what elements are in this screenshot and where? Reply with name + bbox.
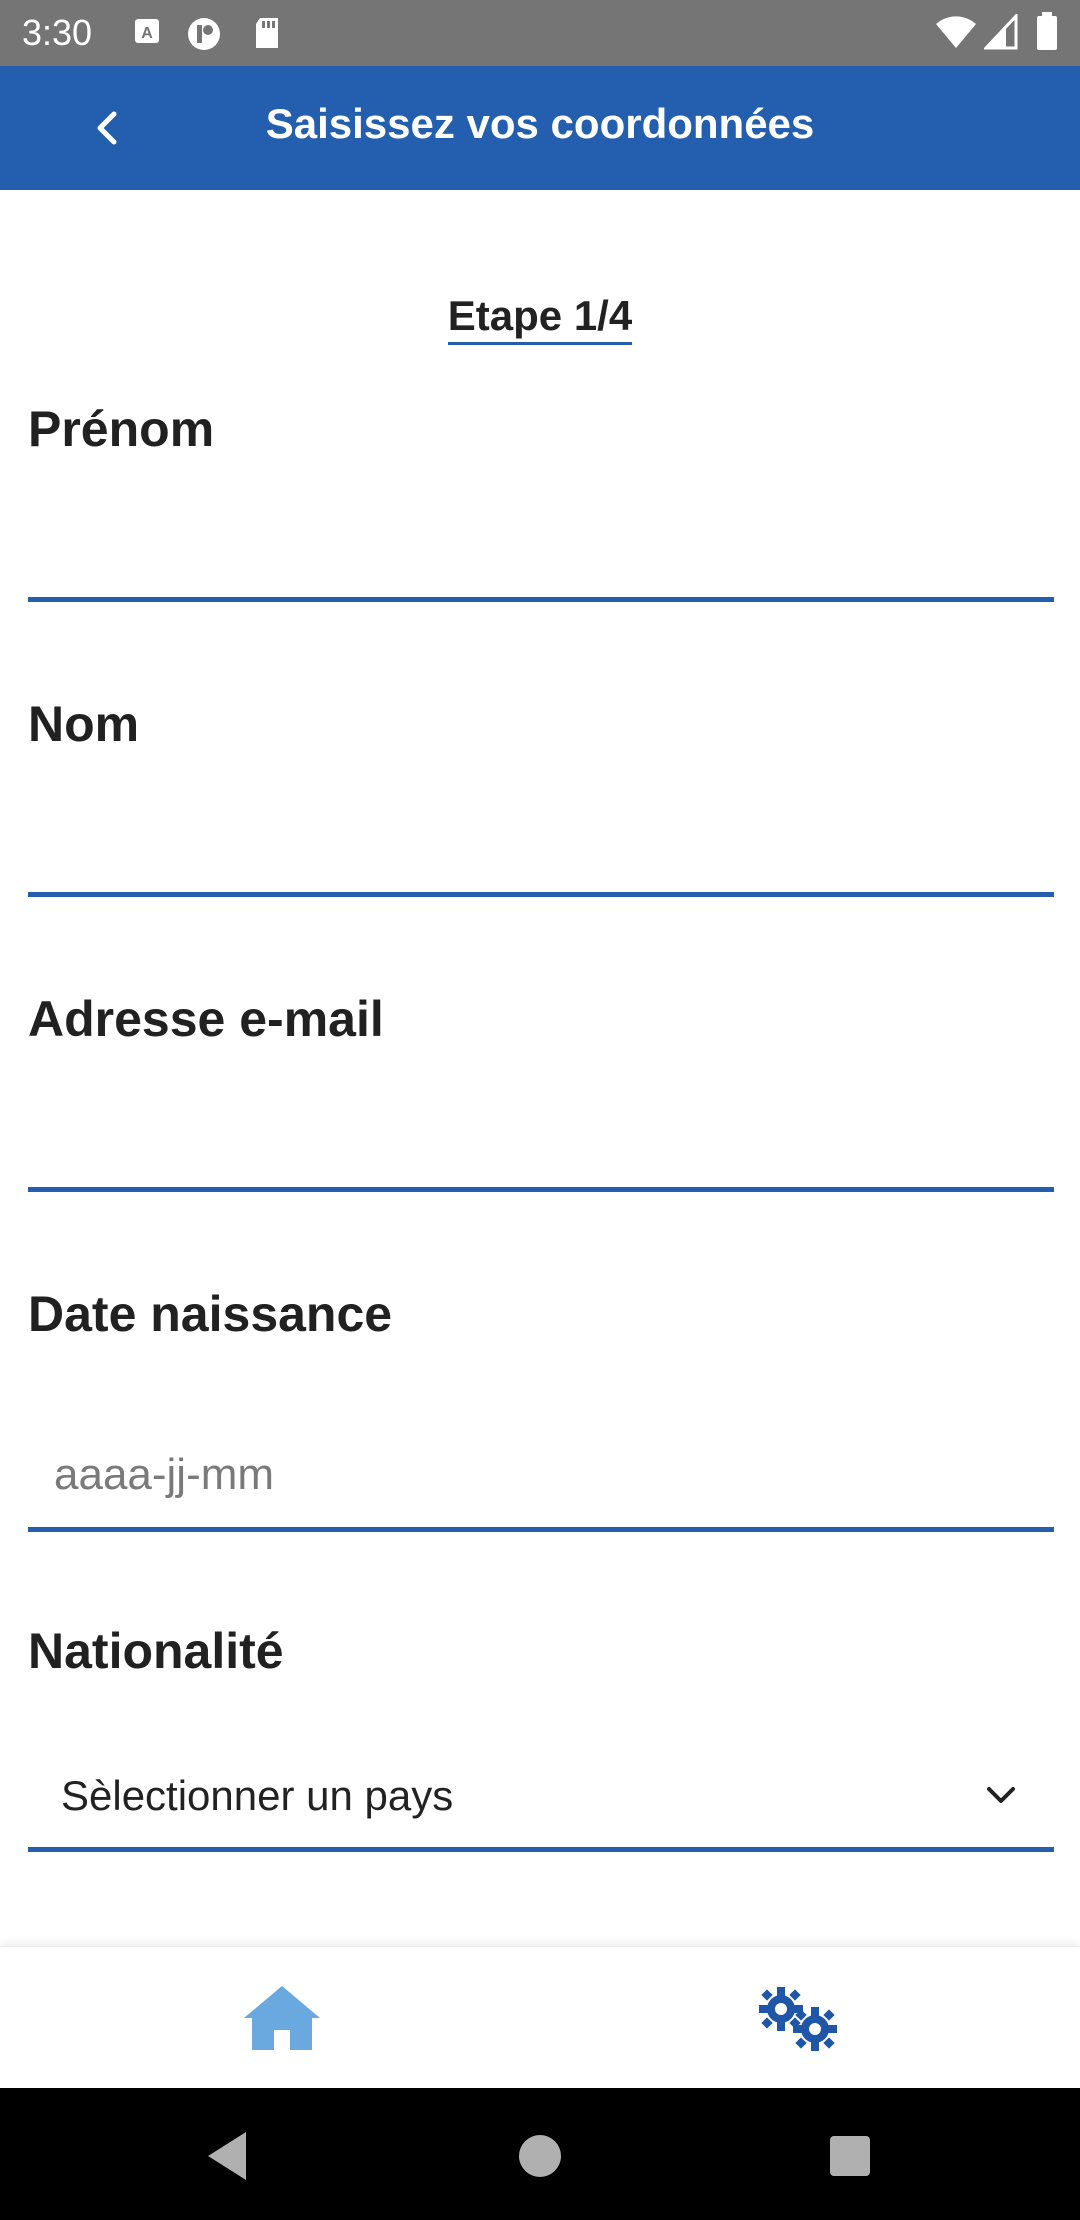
- step-indicator: Etape 1/4: [0, 292, 1080, 345]
- wifi-icon: [936, 16, 976, 48]
- screen: 3:30 A Saisissez vos coordonnées Etape 1…: [0, 0, 1080, 2220]
- status-time: 3:30: [22, 12, 93, 53]
- svg-text:A: A: [141, 25, 153, 42]
- battery-icon: [1037, 12, 1057, 50]
- first-name-label: Prénom: [28, 401, 215, 457]
- step-label: Etape 1/4: [447, 292, 633, 345]
- last-name-field[interactable]: [28, 787, 1054, 897]
- sd-card-icon: [256, 18, 278, 48]
- first-name-field[interactable]: [28, 492, 1054, 602]
- signal-icon: [984, 14, 1018, 50]
- chevron-left-icon: [97, 111, 117, 145]
- nationality-selected-value: Sèlectionner un pays: [61, 1772, 454, 1819]
- back-button[interactable]: [70, 90, 146, 166]
- app-bar: Saisissez vos coordonnées: [0, 66, 1080, 190]
- bottom-nav: [0, 1946, 1080, 2088]
- page-title: Saisissez vos coordonnées: [265, 100, 815, 147]
- home-icon: [244, 1986, 320, 2050]
- birth-date-field[interactable]: [28, 1422, 1054, 1532]
- chevron-down-icon: [987, 1787, 1015, 1803]
- birth-date-label: Date naissance: [28, 1286, 393, 1342]
- last-name-label: Nom: [28, 696, 140, 752]
- app-notification-icon: [188, 18, 220, 50]
- email-field[interactable]: [28, 1082, 1054, 1192]
- text-a-icon: A: [135, 19, 159, 43]
- nationality-select[interactable]: Sèlectionner un pays: [28, 1742, 1054, 1852]
- nav-settings[interactable]: [528, 1947, 1068, 2089]
- settings-gears-icon: [759, 1987, 837, 2051]
- email-label: Adresse e-mail: [28, 991, 384, 1047]
- system-nav-bar: [0, 2088, 1080, 2220]
- nationality-label: Nationalité: [28, 1623, 284, 1679]
- back-triangle-icon[interactable]: [200, 2126, 260, 2186]
- status-bar: 3:30 A: [0, 0, 1080, 66]
- nav-home[interactable]: [12, 1947, 552, 2089]
- recents-square-icon[interactable]: [820, 2126, 880, 2186]
- home-circle-icon[interactable]: [510, 2126, 570, 2186]
